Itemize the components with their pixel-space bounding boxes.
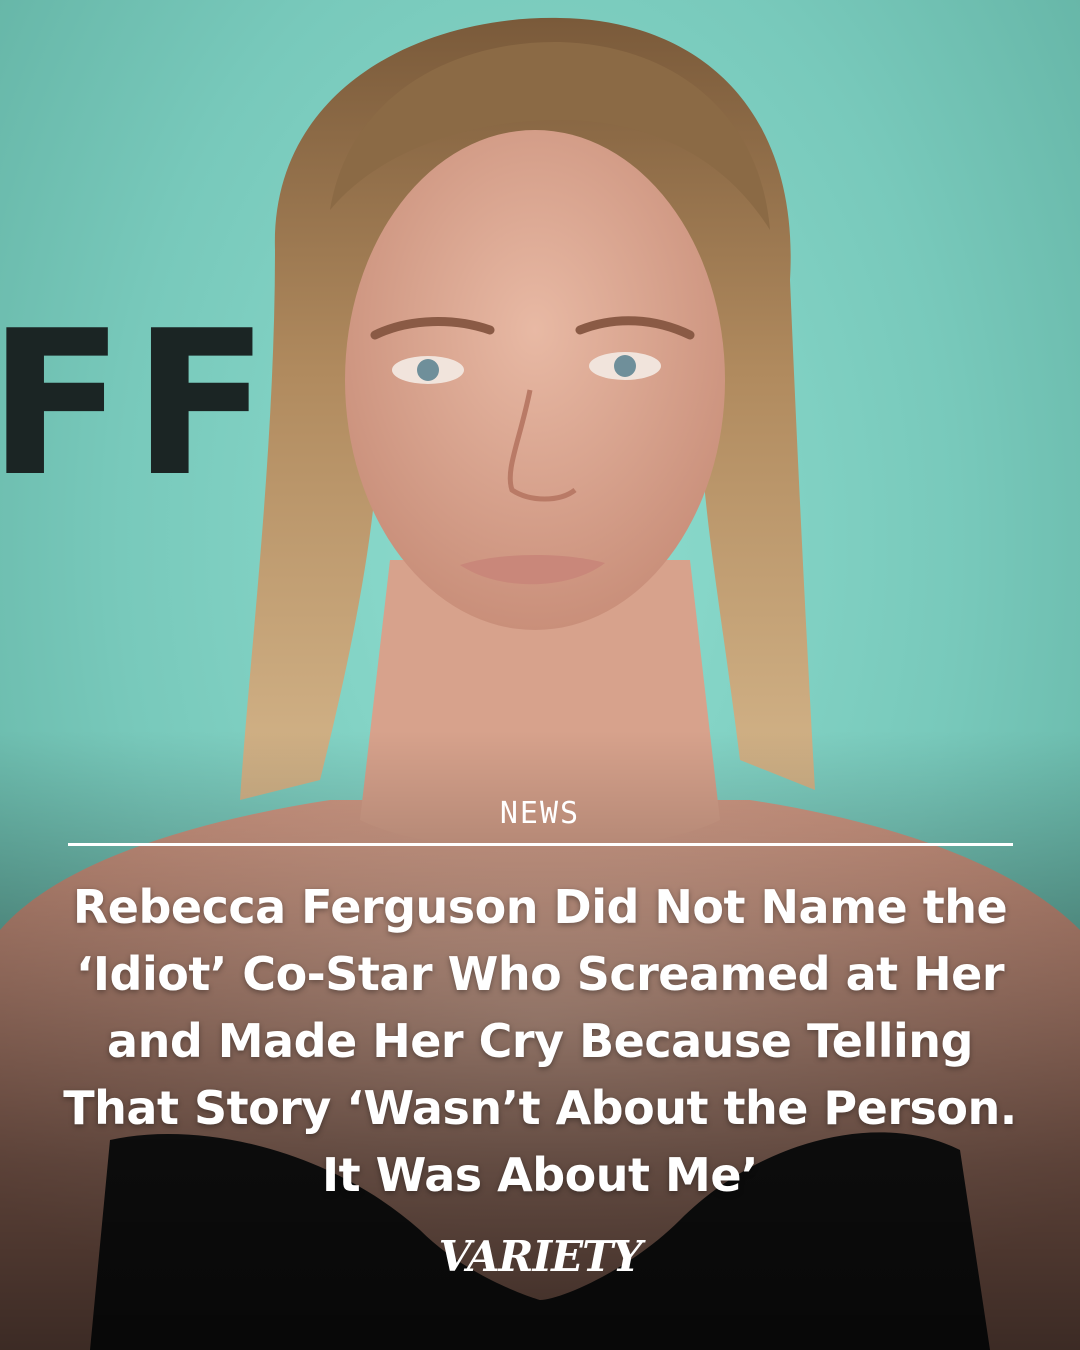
news-post-card: FF NEWS Rebecca Ferguson Did Not Name th… (0, 0, 1080, 1350)
variety-logo: VARIETY (438, 1232, 643, 1281)
headline: Rebecca Ferguson Did Not Name the ‘Idiot… (63, 880, 1017, 1202)
category-label: NEWS (499, 796, 581, 831)
divider-line (68, 843, 1013, 846)
backdrop-logo-letters: FF (0, 288, 278, 521)
